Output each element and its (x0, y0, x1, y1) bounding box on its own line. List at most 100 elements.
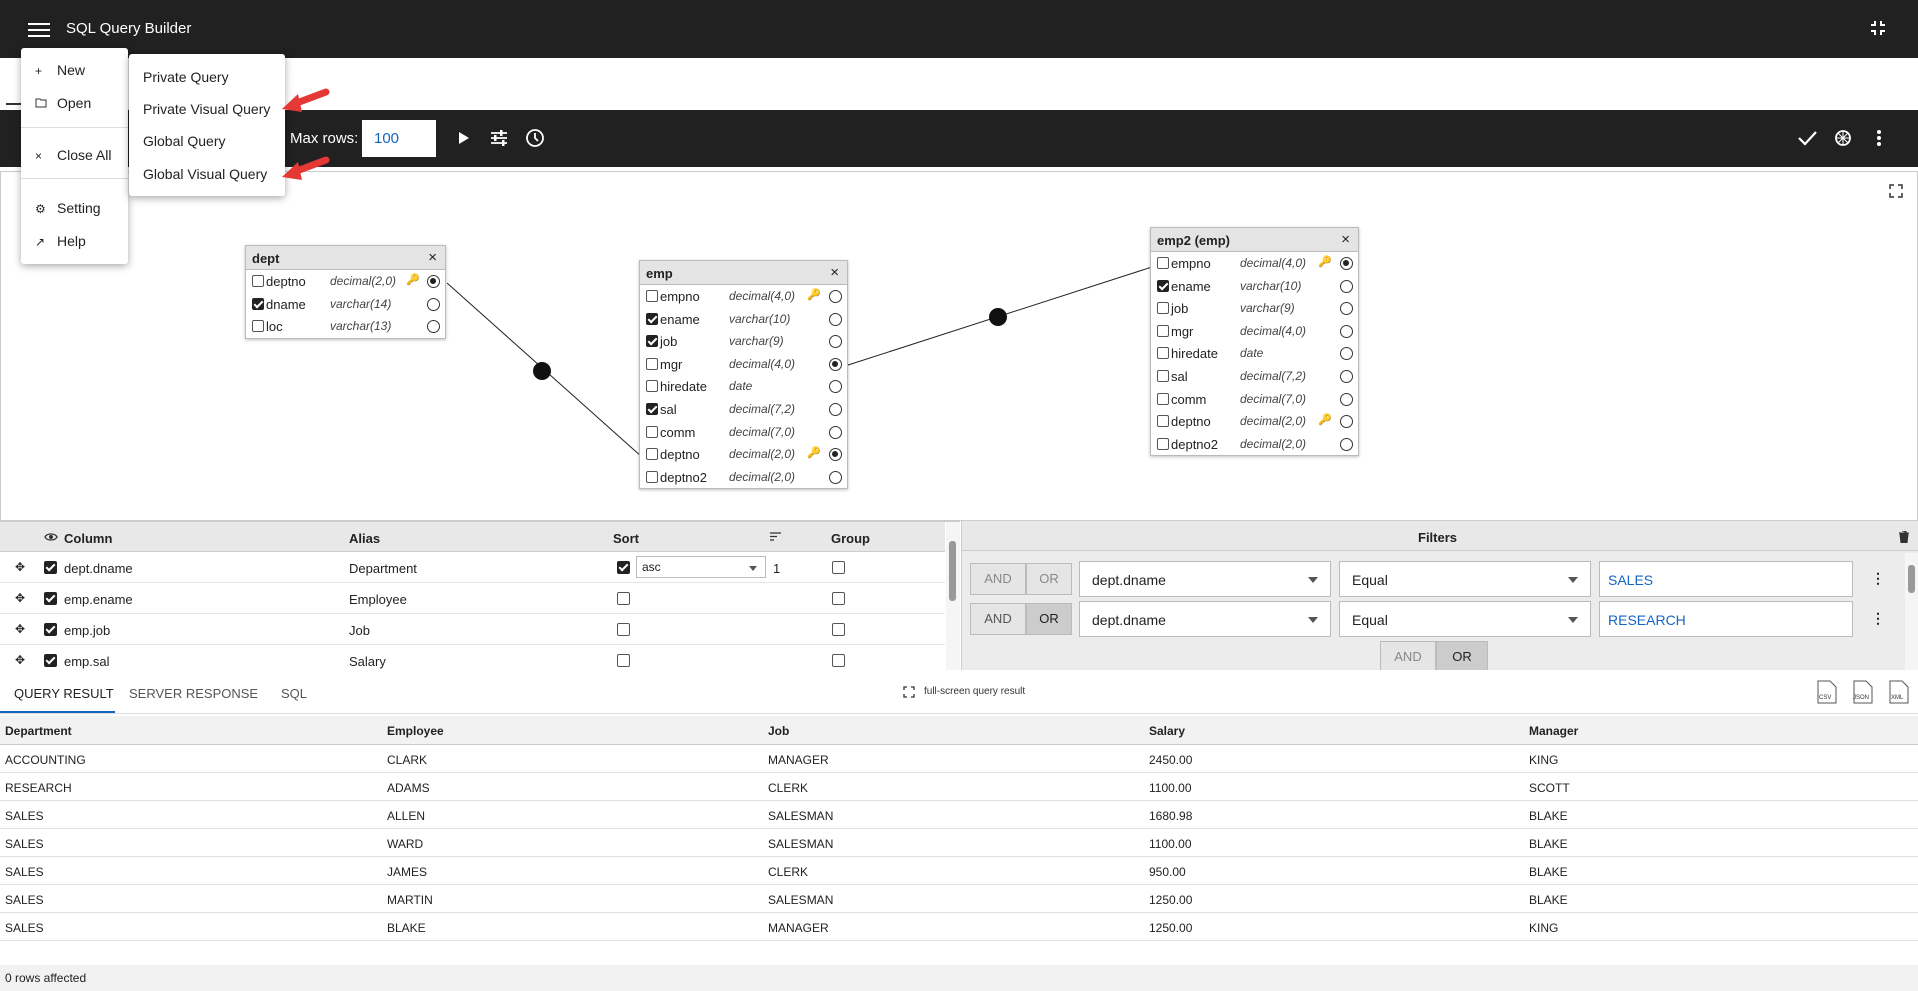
scrollbar-thumb[interactable] (1908, 565, 1915, 593)
submenu-private-query[interactable]: Private Query (143, 69, 229, 85)
xml-export-icon[interactable]: XML (1889, 680, 1909, 707)
join-radio[interactable] (1340, 279, 1353, 293)
fullscreen-icon[interactable] (903, 686, 915, 698)
sort-order-icon[interactable] (770, 532, 781, 541)
column-checkbox[interactable] (646, 470, 658, 483)
tune-icon[interactable] (488, 127, 510, 149)
column-checkbox[interactable] (252, 297, 264, 310)
scrollbar-thumb[interactable] (949, 541, 956, 601)
table-column-row[interactable]: mgr decimal(4,0) (1151, 320, 1358, 343)
table-column-row[interactable]: deptno decimal(2,0) 🔑 (246, 270, 445, 293)
join-radio[interactable] (829, 357, 842, 371)
sort-checkbox[interactable] (617, 623, 630, 636)
table-column-row[interactable]: job varchar(9) (1151, 297, 1358, 320)
column-checkbox[interactable] (1157, 437, 1169, 450)
csv-export-icon[interactable]: CSV (1817, 680, 1837, 707)
visible-checkbox[interactable] (44, 623, 57, 636)
menu-item-new[interactable]: + New (35, 62, 85, 78)
columns-grid-scrollbar[interactable] (946, 522, 960, 671)
visible-checkbox[interactable] (44, 592, 57, 605)
alias-cell[interactable]: Employee (349, 592, 407, 607)
table-column-row[interactable]: hiredate date (640, 375, 847, 398)
sort-checkbox[interactable] (617, 561, 630, 574)
join-radio[interactable] (829, 470, 842, 484)
column-checkbox[interactable] (1157, 279, 1169, 292)
group-or-button[interactable]: OR (1436, 641, 1488, 673)
join-radio[interactable] (427, 275, 440, 288)
max-rows-input[interactable] (362, 120, 436, 157)
result-column-header[interactable]: Job (768, 724, 789, 738)
diagram-canvas[interactable]: dept × deptno decimal(2,0) 🔑 dname varchar(14… (0, 171, 1918, 521)
table-column-row[interactable]: sal decimal(7,2) (640, 398, 847, 421)
more-vert-icon[interactable] (1868, 127, 1890, 149)
group-checkbox[interactable] (832, 561, 845, 574)
column-checkbox[interactable] (646, 380, 658, 393)
table-column-row[interactable]: deptno2 decimal(2,0) (640, 466, 847, 489)
exit-fullscreen-icon[interactable] (1870, 20, 1886, 36)
join-radio[interactable] (829, 425, 842, 439)
join-radio[interactable] (427, 297, 440, 311)
column-checkbox[interactable] (646, 335, 658, 348)
submenu-global-query[interactable]: Global Query (143, 133, 225, 149)
join-radio[interactable] (1340, 369, 1353, 383)
join-radio[interactable] (1340, 257, 1353, 270)
table-column-row[interactable]: empno decimal(4,0) 🔑 (640, 285, 847, 308)
menu-item-setting[interactable]: ⚙ Setting (35, 200, 101, 216)
column-checkbox[interactable] (1157, 369, 1169, 382)
sort-checkbox[interactable] (617, 654, 630, 667)
column-checkbox[interactable] (1157, 415, 1169, 428)
table-column-row[interactable]: sal decimal(7,2) (1151, 365, 1358, 388)
columns-grid-row[interactable]: ✥ emp.job Job (0, 614, 945, 645)
filter-value-input[interactable]: SALES (1599, 561, 1853, 597)
join-radio[interactable] (829, 290, 842, 303)
submenu-private-visual-query[interactable]: Private Visual Query (143, 101, 270, 117)
group-checkbox[interactable] (832, 623, 845, 636)
table-column-row[interactable]: comm decimal(7,0) (1151, 388, 1358, 411)
table-column-row[interactable]: deptno2 decimal(2,0) (1151, 433, 1358, 456)
join-radio[interactable] (1340, 415, 1353, 429)
visible-checkbox[interactable] (44, 654, 57, 667)
filter-or-button[interactable]: OR (1026, 603, 1072, 635)
drag-handle-icon[interactable]: ✥ (15, 560, 25, 574)
menu-item-open[interactable]: Open (35, 95, 91, 111)
tab-query-result[interactable]: QUERY RESULT (14, 686, 114, 701)
table-header[interactable]: emp2 (emp) × (1151, 228, 1358, 252)
fullscreen-result-label[interactable]: full-screen query result (924, 686, 1025, 697)
close-icon[interactable]: × (428, 249, 437, 266)
run-icon[interactable] (452, 127, 474, 149)
join-radio[interactable] (829, 448, 842, 462)
hamburger-menu-icon[interactable] (28, 19, 50, 39)
delete-icon[interactable] (1899, 531, 1909, 543)
tab-sql[interactable]: SQL (281, 686, 307, 701)
join-radio[interactable] (1340, 437, 1353, 451)
column-checkbox[interactable] (646, 402, 658, 415)
filter-and-button[interactable]: AND (970, 603, 1026, 635)
table-card-emp2[interactable]: emp2 (emp) × empno decimal(4,0) 🔑 ename varch… (1150, 227, 1359, 457)
drag-handle-icon[interactable]: ✥ (15, 591, 25, 605)
table-column-row[interactable]: ename varchar(10) (1151, 275, 1358, 298)
join-radio[interactable] (829, 402, 842, 416)
drag-handle-icon[interactable]: ✥ (15, 622, 25, 636)
filter-field-select[interactable]: dept.dname (1079, 601, 1331, 637)
column-checkbox[interactable] (1157, 302, 1169, 315)
table-header[interactable]: dept × (246, 246, 445, 270)
filter-value-input[interactable]: RESEARCH (1599, 601, 1853, 637)
result-row[interactable]: ACCOUNTING CLARK MANAGER 2450.00 KING (0, 745, 1918, 773)
sort-direction-select[interactable]: asc (636, 556, 766, 578)
group-and-button[interactable]: AND (1380, 641, 1436, 673)
table-column-row[interactable]: loc varchar(13) (246, 315, 445, 338)
table-column-row[interactable]: dname varchar(14) (246, 293, 445, 316)
join-radio[interactable] (1340, 302, 1353, 316)
alias-cell[interactable]: Department (349, 561, 417, 576)
result-row[interactable]: RESEARCH ADAMS CLERK 1100.00 SCOTT (0, 773, 1918, 801)
table-column-row[interactable]: empno decimal(4,0) 🔑 (1151, 252, 1358, 275)
result-row[interactable]: SALES JAMES CLERK 950.00 BLAKE (0, 857, 1918, 885)
group-checkbox[interactable] (832, 654, 845, 667)
visible-checkbox[interactable] (44, 561, 57, 574)
column-checkbox[interactable] (646, 290, 658, 302)
table-column-row[interactable]: mgr decimal(4,0) (640, 353, 847, 376)
group-checkbox[interactable] (832, 592, 845, 605)
columns-grid-row[interactable]: ✥ emp.ename Employee (0, 583, 945, 614)
json-export-icon[interactable]: JSON (1853, 680, 1873, 707)
check-icon[interactable] (1796, 127, 1818, 149)
